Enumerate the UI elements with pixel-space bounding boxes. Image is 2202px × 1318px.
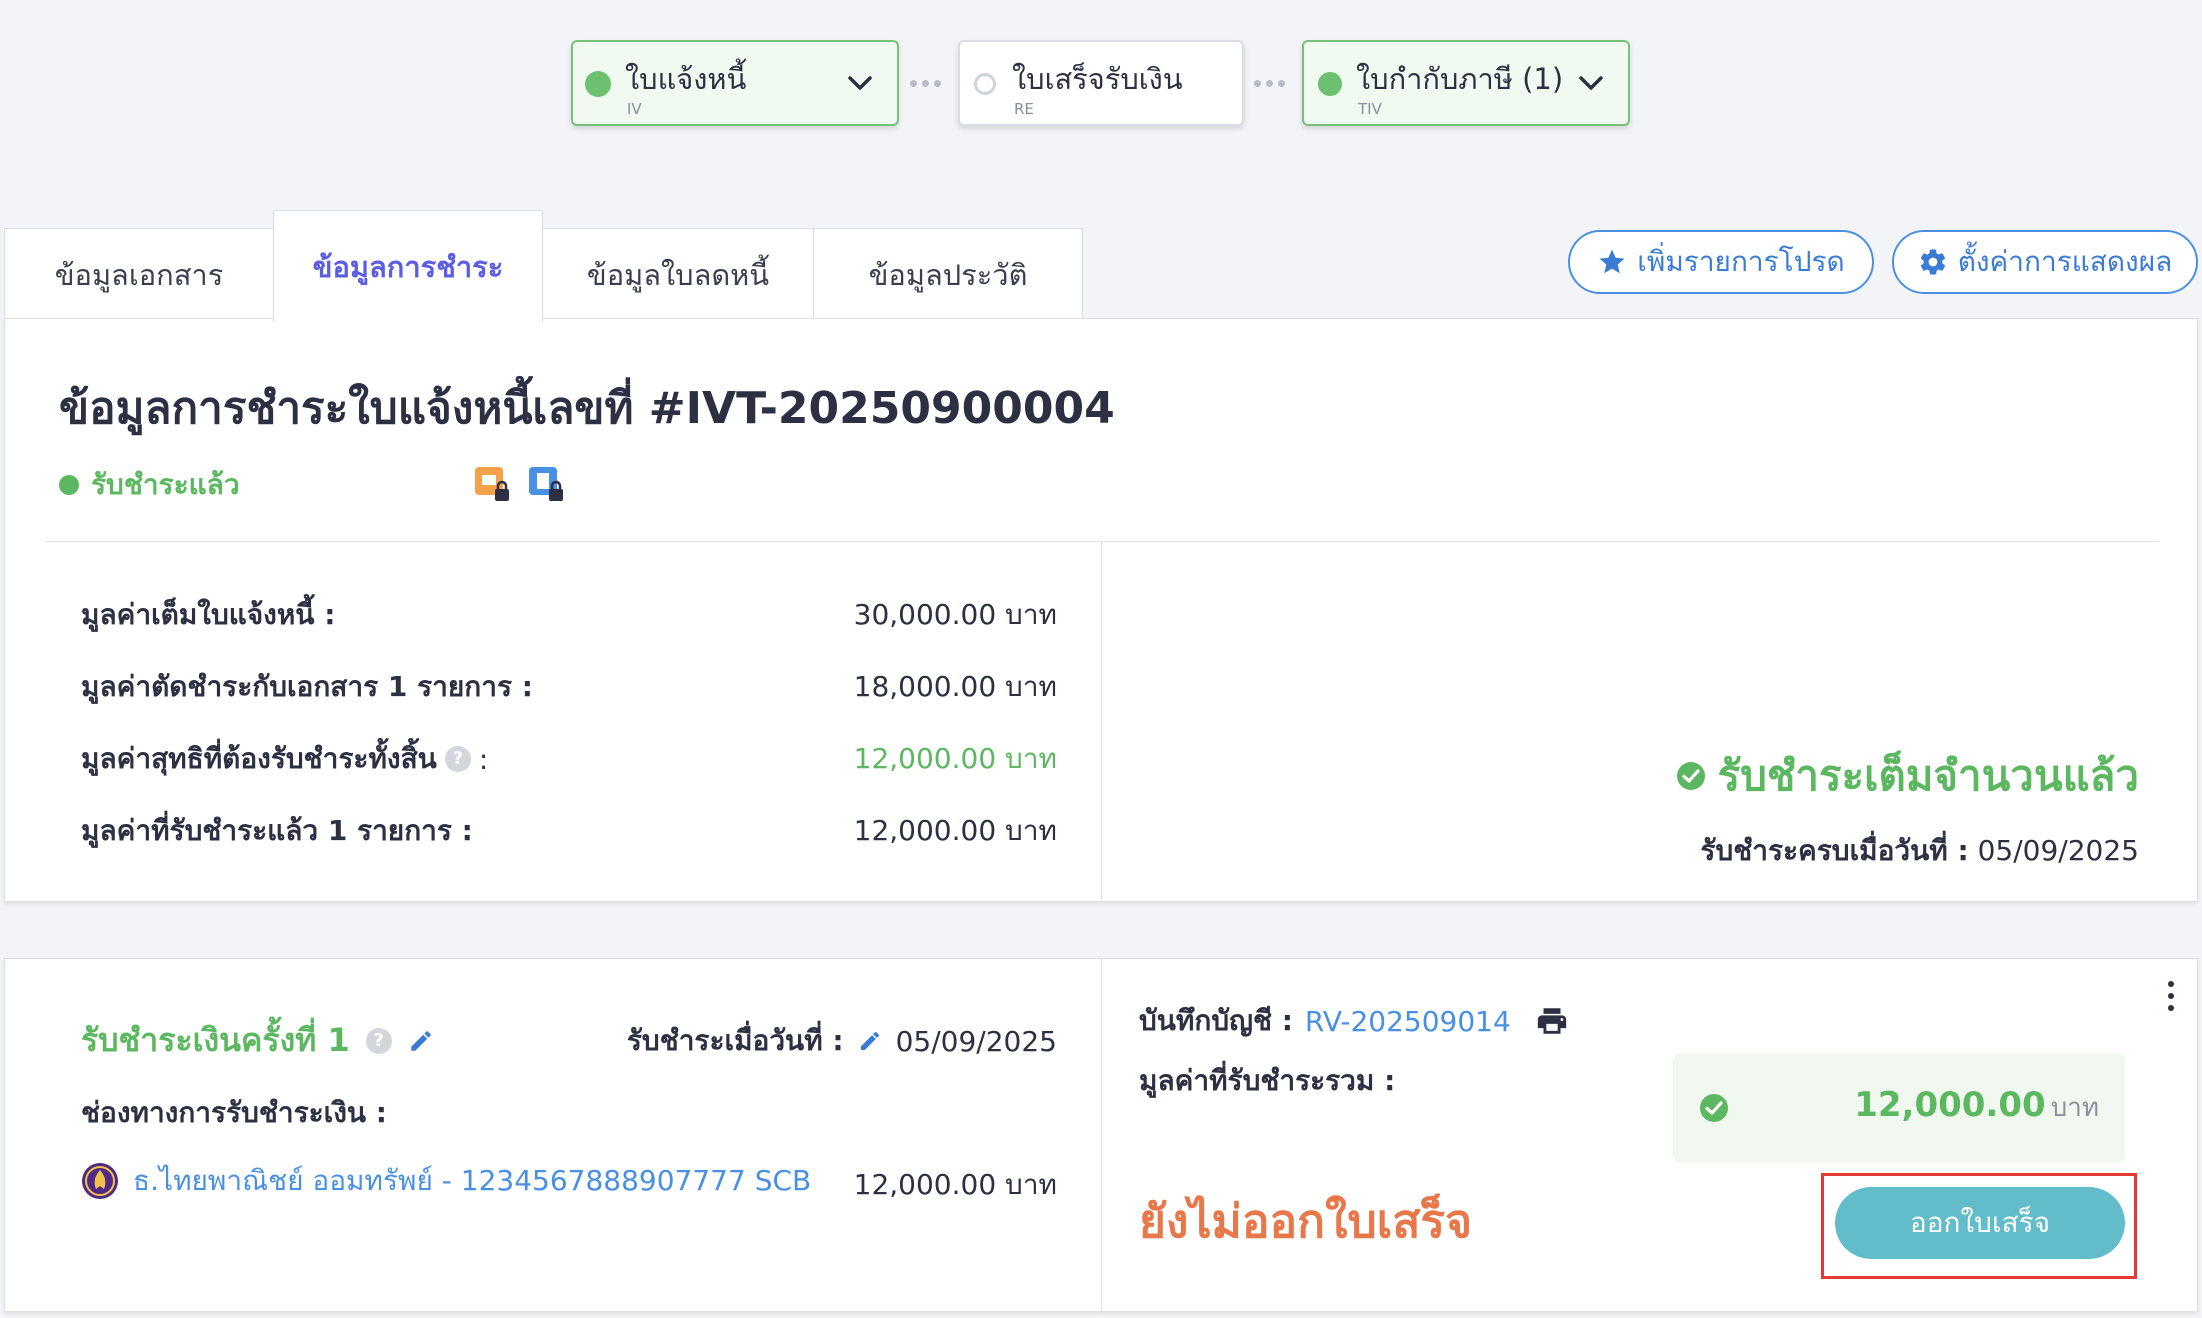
payment-channel-link[interactable]: ธ.ไทยพาณิชย์ ออมทรัพย์ - 123456788890777… [133, 1159, 811, 1203]
step-connector [910, 80, 941, 87]
status-text: รับชำระแล้ว [91, 468, 240, 501]
payment-channel-row: ธ.ไทยพาณิชย์ ออมทรัพย์ - 123456788890777… [81, 1159, 811, 1203]
chevron-down-icon[interactable] [1576, 68, 1606, 98]
total-received-box: 12,000.00 บาท [1673, 1053, 2125, 1163]
account-record-label: บันทึกบัญชี : [1139, 1004, 1293, 1037]
step-code: IV [627, 100, 642, 118]
step-name: ใบกำกับภาษี (1) [1356, 62, 1564, 96]
scb-bank-logo-icon [82, 1163, 118, 1199]
full-invoice-value-label: มูลค่าเต็มใบแจ้งหนี้ : [81, 598, 336, 631]
deducted-value-label: มูลค่าตัดชำระกับเอกสาร 1 รายการ : [81, 670, 533, 703]
display-settings-button[interactable]: ตั้งค่าการแสดงผล [1892, 230, 2198, 294]
locked-document-orange-icon [475, 467, 509, 501]
chevron-down-icon[interactable] [845, 68, 875, 98]
step-code: TIV [1358, 100, 1382, 118]
paid-value: 12,000.00 บาท [853, 814, 1057, 847]
payment-date-label: รับชำระเมื่อวันที่ : [626, 1024, 844, 1057]
net-value-label-group: มูลค่าสุทธิที่ต้องรับชำระทั้งสิ้น ? : [81, 737, 488, 781]
step-name: ใบแจ้งหนี้ [625, 62, 747, 96]
help-icon[interactable]: ? [444, 746, 471, 772]
payment-detail-card: รับชำระเงินครั้งที่ 1 ? รับชำระเมื่อวันท… [4, 958, 2198, 1313]
tab-credit-note-info[interactable]: ข้อมูลใบลดหนี้ [542, 228, 814, 320]
full-invoice-value: 30,000.00 บาท [853, 598, 1057, 631]
tab-document-info[interactable]: ข้อมูลเอกสาร [4, 228, 274, 320]
deducted-value: 18,000.00 บาท [853, 670, 1057, 703]
page-title: ข้อมูลการชำระใบแจ้งหนี้เลขที่ #IVT-20250… [59, 383, 1115, 434]
paid-date-value: 05/09/2025 [1977, 834, 2139, 867]
paid-complete-date: รับชำระครบเมื่อวันที่ : 05/09/2025 [1700, 829, 2139, 873]
status-badge: รับชำระแล้ว [59, 463, 240, 507]
check-circle-icon [1676, 762, 1705, 790]
step-connector [1254, 80, 1285, 87]
paid-full-text: รับชำระเต็มจำนวนแล้ว [1717, 751, 2139, 800]
paid-date-label: รับชำระครบเมื่อวันที่ : [1700, 834, 1969, 867]
paid-value-label: มูลค่าที่รับชำระแล้ว 1 รายการ : [81, 814, 473, 847]
payment-summary-card: ข้อมูลการชำระใบแจ้งหนี้เลขที่ #IVT-20250… [4, 318, 2198, 903]
payment-channel-amount: 12,000.00 บาท [853, 1168, 1057, 1201]
paid-full-status: รับชำระเต็มจำนวนแล้ว [1676, 743, 2139, 809]
edit-pencil-icon[interactable] [408, 1028, 434, 1054]
edit-pencil-icon[interactable] [858, 1029, 882, 1053]
account-record-group: บันทึกบัญชี : RV-202509014 [1139, 999, 1569, 1043]
payment-round-title: รับชำระเงินครั้งที่ 1 ? [81, 1015, 434, 1066]
divider [45, 541, 2159, 542]
payment-date-value: 05/09/2025 [895, 1024, 1057, 1058]
total-received-label: มูลค่าที่รับชำระรวม : [1139, 1064, 1396, 1097]
more-options-icon[interactable] [2165, 979, 2177, 1013]
status-pending-icon [974, 73, 996, 95]
account-record-link[interactable]: RV-202509014 [1305, 1005, 1511, 1038]
total-received-amount: 12,000.00 [1854, 1085, 2046, 1125]
workflow-step-tax-invoice[interactable]: ใบกำกับภาษี (1) TIV [1302, 40, 1630, 126]
tab-payment-info[interactable]: ข้อมูลการชำระ [273, 210, 543, 322]
step-code: RE [1014, 100, 1034, 118]
display-settings-label: ตั้งค่าการแสดงผล [1957, 245, 2173, 278]
divider [1101, 541, 1102, 903]
status-done-icon [585, 71, 611, 97]
issue-receipt-button[interactable]: ออกใบเสร็จ [1835, 1187, 2125, 1259]
status-dot-icon [59, 475, 79, 495]
tab-history-info[interactable]: ข้อมูลประวัติ [813, 228, 1083, 320]
add-favorite-button[interactable]: เพิ่มรายการโปรด [1568, 230, 1874, 294]
locked-document-blue-icon [529, 467, 563, 501]
total-received-unit: บาท [2050, 1093, 2099, 1123]
payment-date-group: รับชำระเมื่อวันที่ : 05/09/2025 [627, 1019, 1057, 1063]
step-name: ใบเสร็จรับเงิน [1012, 62, 1183, 96]
payment-channel-label: ช่องทางการรับชำระเงิน : [81, 1096, 388, 1129]
net-value: 12,000.00 บาท [853, 742, 1057, 775]
star-icon [1599, 249, 1625, 274]
printer-icon[interactable] [1535, 1004, 1569, 1038]
gear-icon [1920, 249, 1945, 275]
workflow-step-receipt[interactable]: ใบเสร็จรับเงิน RE [958, 40, 1244, 126]
check-circle-icon [1700, 1094, 1728, 1122]
help-icon[interactable]: ? [365, 1027, 392, 1054]
net-value-colon: : [478, 742, 489, 776]
add-favorite-label: เพิ่มรายการโปรด [1637, 245, 1845, 278]
payment-round-text: รับชำระเงินครั้งที่ 1 [81, 1021, 350, 1059]
status-done-icon [1318, 72, 1342, 96]
divider [1101, 959, 1102, 1313]
receipt-status-text: ยังไม่ออกใบเสร็จ [1139, 1194, 1473, 1248]
net-value-label: มูลค่าสุทธิที่ต้องรับชำระทั้งสิ้น [81, 742, 437, 775]
total-received-value: 12,000.00 บาท [1854, 1085, 2099, 1128]
workflow-step-invoice[interactable]: ใบแจ้งหนี้ IV [571, 40, 899, 126]
